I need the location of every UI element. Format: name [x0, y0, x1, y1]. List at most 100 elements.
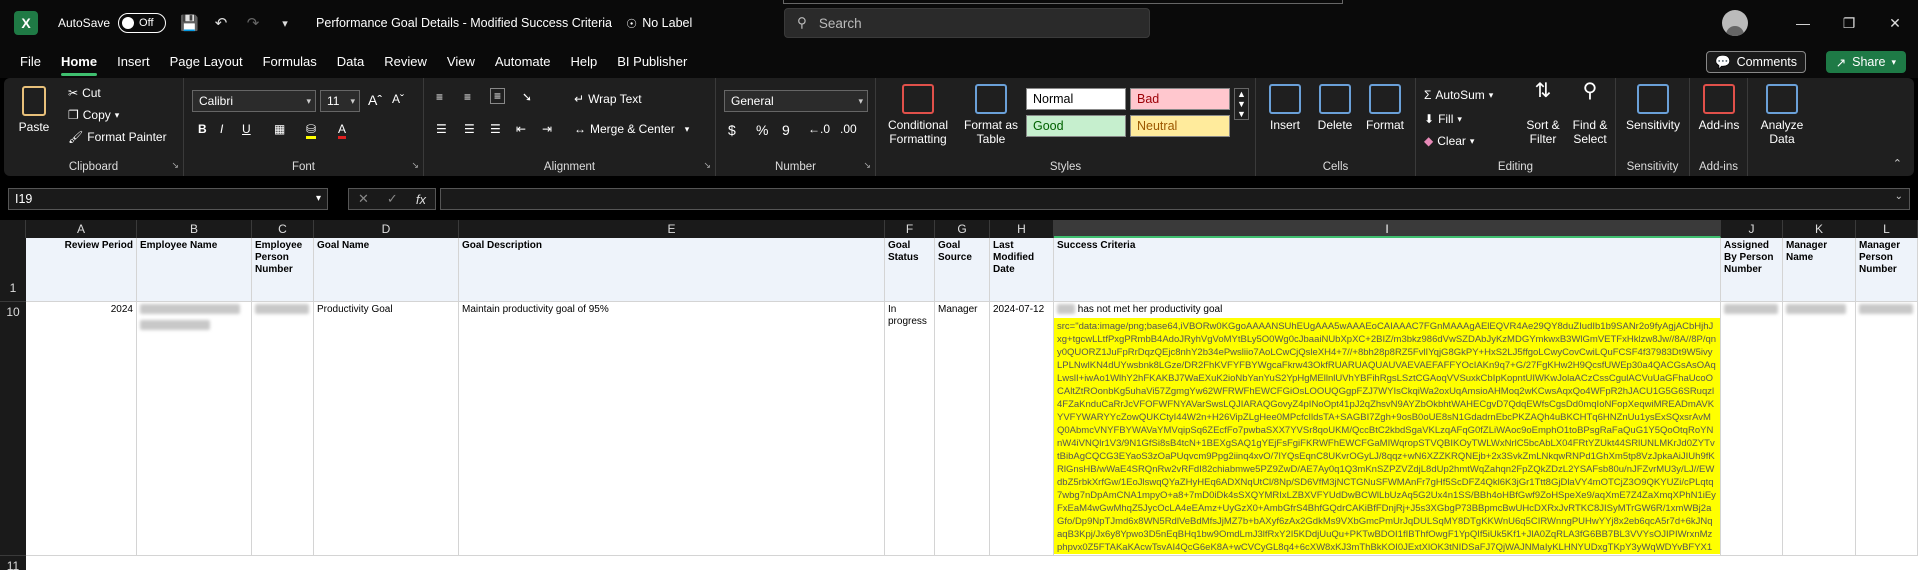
decrease-decimal-icon[interactable]: .00	[840, 122, 857, 136]
sort-filter-button[interactable]: ⇅ Sort & Filter	[1520, 81, 1566, 146]
header-goal-source[interactable]: Goal Source	[935, 238, 990, 302]
column-header-b[interactable]: B	[137, 220, 252, 238]
insert-cells-button[interactable]: Insert	[1262, 84, 1308, 132]
sensitivity-label[interactable]: ☉ No Label	[626, 16, 692, 31]
styles-scroll-icon[interactable]: ▲ ▼ ▼	[1234, 88, 1249, 120]
name-box[interactable]: I19 ▾	[8, 188, 328, 210]
menu-file[interactable]: File	[10, 46, 51, 78]
orientation-icon[interactable]: ➘	[522, 90, 532, 104]
header-last-modified-date[interactable]: Last Modified Date	[990, 238, 1054, 302]
cell-success-criteria[interactable]: has not met her productivity goal src="d…	[1054, 302, 1721, 556]
header-employee-person-number[interactable]: Employee Person Number	[252, 238, 314, 302]
column-header-f[interactable]: F	[885, 220, 935, 238]
align-right-icon[interactable]: ☰	[490, 122, 501, 136]
font-family-select[interactable]: Calibri ▾	[192, 90, 316, 112]
borders-icon[interactable]: ▦	[274, 122, 285, 136]
align-top-icon[interactable]: ≡	[436, 90, 443, 104]
autosave-toggle[interactable]: Off	[118, 13, 167, 33]
search-box[interactable]: ⚲ Search	[784, 8, 1150, 38]
percent-icon[interactable]: %	[756, 122, 768, 138]
menu-insert[interactable]: Insert	[107, 46, 160, 78]
redo-icon[interactable]: ↷	[244, 14, 262, 32]
format-as-table-button[interactable]: Format as Table	[962, 84, 1020, 146]
menu-bi-publisher[interactable]: BI Publisher	[607, 46, 697, 78]
delete-cells-button[interactable]: Delete	[1312, 84, 1358, 132]
wrap-text-button[interactable]: ↵ Wrap Text	[574, 92, 642, 106]
header-success-criteria[interactable]: Success Criteria	[1054, 238, 1721, 302]
column-header-c[interactable]: C	[252, 220, 314, 238]
select-all-corner[interactable]	[0, 220, 26, 238]
conditional-formatting-button[interactable]: Conditional Formatting	[882, 84, 954, 146]
format-cells-button[interactable]: Format	[1362, 84, 1408, 132]
column-header-j[interactable]: J	[1721, 220, 1783, 238]
column-header-k[interactable]: K	[1783, 220, 1856, 238]
currency-icon[interactable]: $	[728, 122, 736, 138]
minimize-icon[interactable]: —	[1780, 15, 1826, 31]
menu-view[interactable]: View	[437, 46, 485, 78]
restore-icon[interactable]: ❐	[1826, 15, 1872, 32]
menu-review[interactable]: Review	[374, 46, 437, 78]
cell-assigned-by[interactable]	[1721, 302, 1783, 556]
dialog-launcher-icon[interactable]: ↘	[411, 160, 419, 171]
menu-page-layout[interactable]: Page Layout	[160, 46, 253, 78]
increase-font-icon[interactable]: Aˆ	[368, 92, 382, 108]
cut-button[interactable]: ✂ Cut	[68, 86, 101, 100]
copy-button[interactable]: ❐ Copy ▾	[68, 108, 119, 122]
find-select-button[interactable]: ⚲ Find & Select	[1566, 81, 1614, 146]
menu-home[interactable]: Home	[51, 46, 107, 78]
style-neutral[interactable]: Neutral	[1130, 115, 1230, 137]
font-size-select[interactable]: 11 ▾	[320, 90, 360, 112]
row-header-10[interactable]: 10	[0, 302, 26, 556]
font-color-icon[interactable]: A	[338, 122, 347, 139]
column-header-g[interactable]: G	[935, 220, 990, 238]
analyze-data-button[interactable]: Analyze Data	[1752, 84, 1812, 146]
insert-function-icon[interactable]: fx	[416, 192, 426, 207]
menu-data[interactable]: Data	[327, 46, 374, 78]
dialog-launcher-icon[interactable]: ↘	[863, 160, 871, 171]
header-employee-name[interactable]: Employee Name	[137, 238, 252, 302]
decrease-font-icon[interactable]: Aˇ	[392, 92, 404, 106]
paste-button[interactable]: Paste	[14, 86, 54, 134]
fill-button[interactable]: ⬇ Fill ▾	[1424, 112, 1462, 126]
decrease-indent-icon[interactable]: ⇤	[516, 122, 526, 136]
increase-indent-icon[interactable]: ⇥	[542, 122, 552, 136]
cell-employee-name[interactable]	[137, 302, 252, 556]
header-manager-person-number[interactable]: Manager Person Number	[1856, 238, 1918, 302]
align-bottom-icon[interactable]: ≡	[490, 88, 506, 104]
cell-goal-name[interactable]: Productivity Goal	[314, 302, 459, 556]
header-goal-description[interactable]: Goal Description	[459, 238, 885, 302]
cell-manager-person-number[interactable]	[1856, 302, 1918, 556]
enter-icon[interactable]: ✓	[387, 191, 398, 207]
column-header-h[interactable]: H	[990, 220, 1054, 238]
row-header-1[interactable]: 1	[0, 238, 26, 302]
cell-goal-description[interactable]: Maintain productivity goal of 95%	[459, 302, 885, 556]
format-painter-button[interactable]: 🖌 Format Painter	[68, 130, 167, 144]
column-header-d[interactable]: D	[314, 220, 459, 238]
style-good[interactable]: Good	[1026, 115, 1126, 137]
menu-help[interactable]: Help	[561, 46, 608, 78]
header-goal-status[interactable]: Goal Status	[885, 238, 935, 302]
cell-last-modified-date[interactable]: 2024-07-12	[990, 302, 1054, 556]
align-left-icon[interactable]: ☰	[436, 122, 447, 136]
increase-decimal-icon[interactable]: ←.0	[808, 122, 830, 136]
row-header-11[interactable]: 11	[0, 556, 26, 570]
number-format-select[interactable]: General ▾	[724, 90, 868, 112]
cell-employee-person-number[interactable]	[252, 302, 314, 556]
merge-center-button[interactable]: ↔ Merge & Center ▾	[574, 122, 689, 136]
italic-icon[interactable]: I	[220, 122, 223, 136]
undo-icon[interactable]: ↶	[212, 14, 230, 32]
column-header-a[interactable]: A	[26, 220, 137, 238]
align-middle-icon[interactable]: ≡	[464, 90, 471, 104]
cell-goal-source[interactable]: Manager	[935, 302, 990, 556]
header-review-period[interactable]: Review Period	[26, 238, 137, 302]
comments-button[interactable]: 💬 Comments	[1705, 51, 1806, 73]
header-goal-name[interactable]: Goal Name	[314, 238, 459, 302]
bold-icon[interactable]: B	[198, 122, 207, 136]
style-normal[interactable]: Normal	[1026, 88, 1126, 110]
comma-icon[interactable]: 9	[782, 122, 790, 138]
share-button[interactable]: ↗ Share ▾	[1825, 51, 1906, 73]
underline-icon[interactable]: U	[242, 122, 251, 136]
cell-review-period[interactable]: 2024	[26, 302, 137, 556]
addins-button[interactable]: Add-ins	[1694, 84, 1744, 132]
collapse-ribbon-icon[interactable]: ⌃	[1893, 157, 1902, 170]
